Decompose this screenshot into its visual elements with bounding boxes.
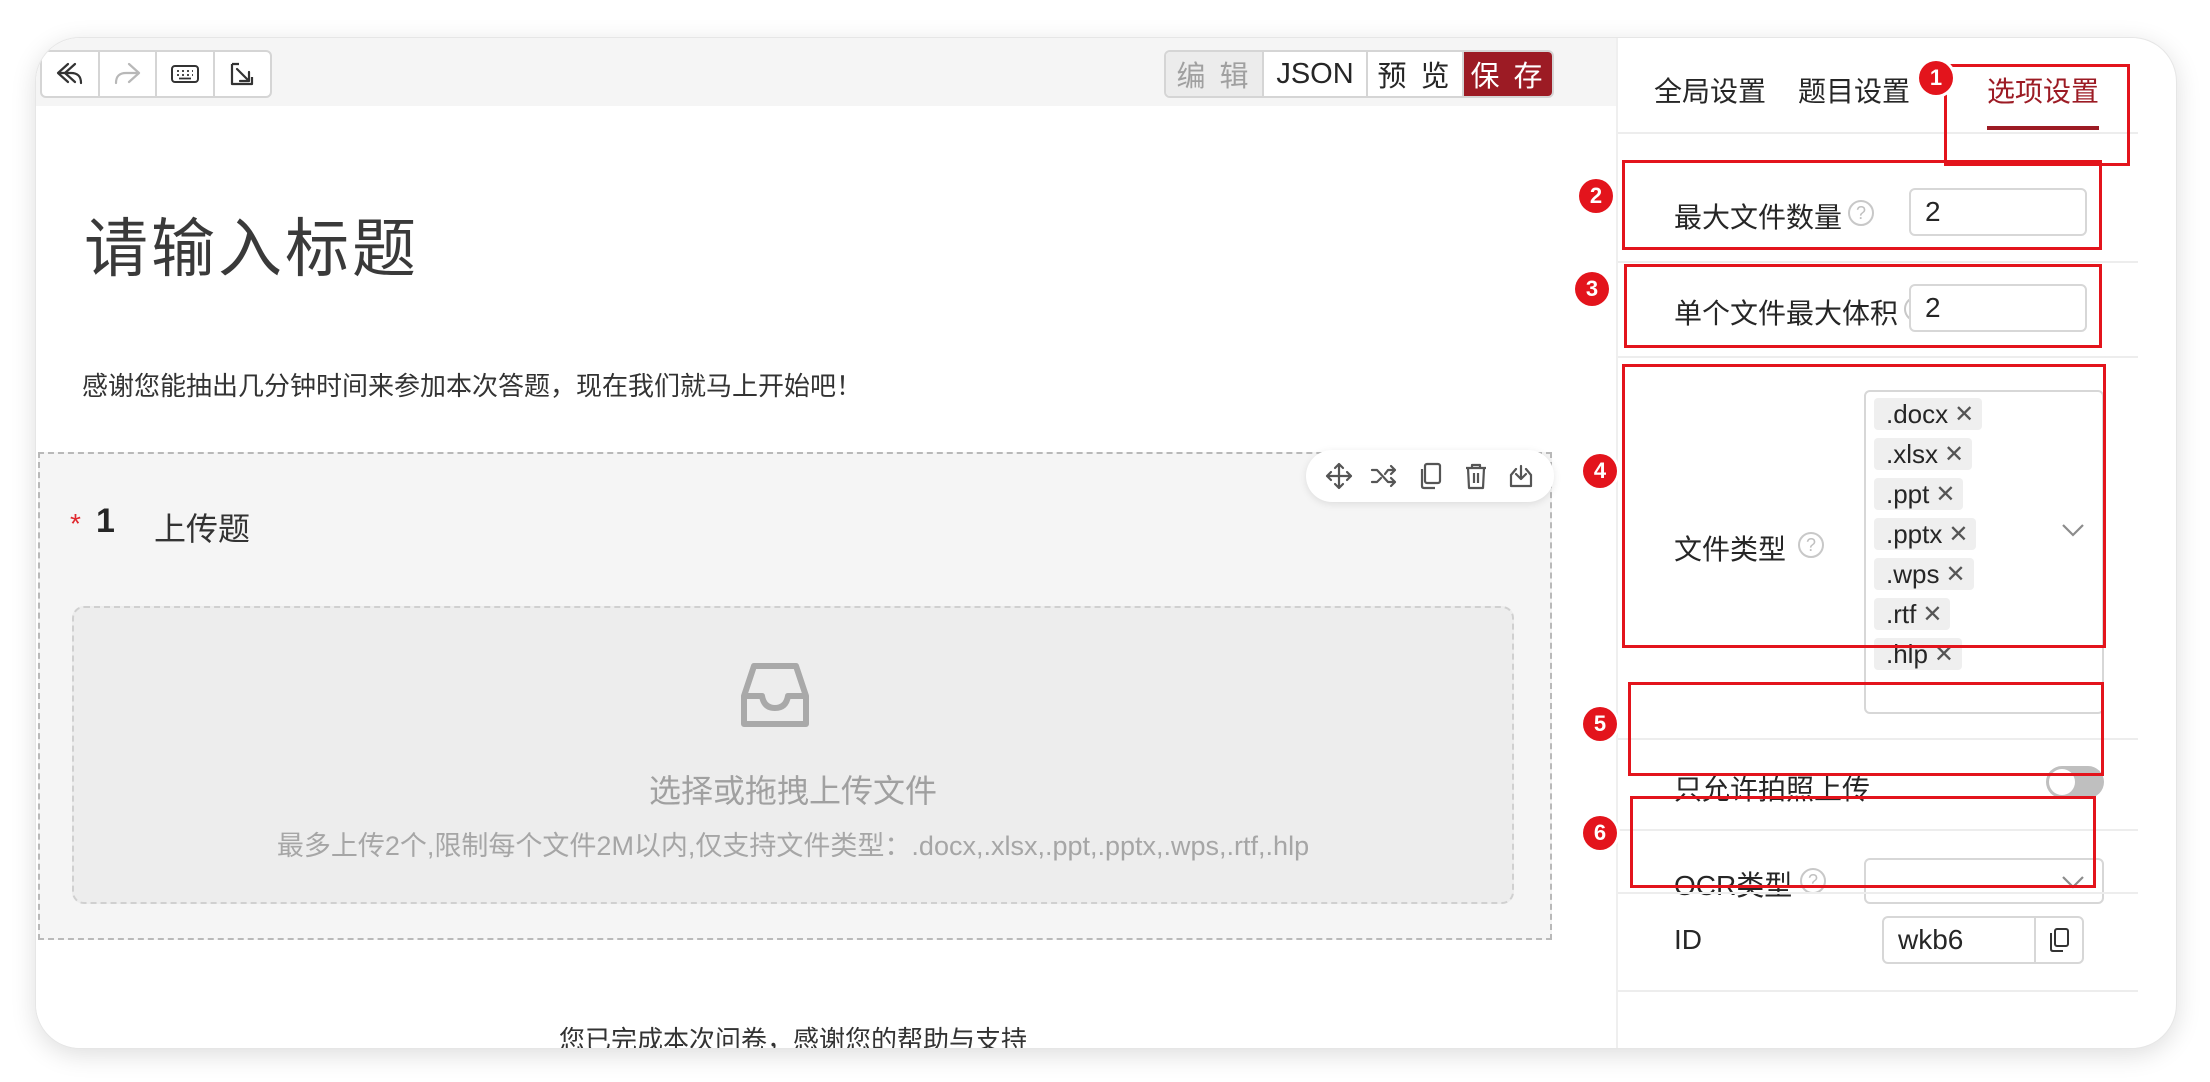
upload-hint: 最多上传2个,限制每个文件2M以内,仅支持文件类型：.docx,.xlsx,.p… xyxy=(276,831,1310,861)
import-icon xyxy=(231,62,254,86)
inbox-icon xyxy=(741,663,809,727)
row-divider xyxy=(1618,892,2138,894)
annotation-badge-2: 2 xyxy=(1579,179,1613,213)
question-number: 1 xyxy=(96,502,115,540)
undo-button[interactable] xyxy=(42,52,100,96)
json-mode-button[interactable]: JSON xyxy=(1264,52,1368,96)
id-label: ID xyxy=(1674,924,1702,955)
edit-mode-button[interactable]: 编 辑 xyxy=(1166,52,1264,96)
import-button[interactable] xyxy=(215,52,271,96)
move-button[interactable] xyxy=(1324,461,1354,491)
preview-button[interactable]: 预 览 xyxy=(1368,52,1464,96)
annotation-badge-5: 5 xyxy=(1583,707,1617,741)
copy-icon xyxy=(2050,928,2069,952)
question-title[interactable]: 上传题 xyxy=(154,504,250,550)
tab-global-settings[interactable]: 全局设置 xyxy=(1654,70,1766,110)
delete-question-button[interactable] xyxy=(1461,461,1491,491)
redo-icon xyxy=(115,62,141,85)
id-value[interactable]: wkb6 xyxy=(1884,918,2034,962)
survey-title[interactable]: 请输入标题 xyxy=(84,198,419,290)
survey-end-text[interactable]: 您已完成本次问卷，感谢您的帮助与支持 xyxy=(36,1020,1550,1048)
annotation-box-5 xyxy=(1628,682,2104,776)
app-window: 编 辑 JSON 预 览 保 存 请输入标题 感谢您能抽出几分钟时间来参加本次答… xyxy=(36,38,2176,1048)
annotation-box-4 xyxy=(1622,364,2106,648)
id-field: wkb6 xyxy=(1882,916,2084,964)
row-divider xyxy=(1618,990,2138,992)
shuffle-button[interactable] xyxy=(1369,461,1399,491)
survey-intro[interactable]: 感谢您能抽出几分钟时间来参加本次答题，现在我们就马上开始吧！ xyxy=(82,366,862,403)
annotation-box-2 xyxy=(1622,160,2102,250)
question-tools xyxy=(1306,450,1554,502)
move-icon xyxy=(1325,462,1352,490)
required-mark: * xyxy=(70,508,81,539)
mode-switcher: 编 辑 JSON 预 览 保 存 xyxy=(1164,50,1554,98)
annotation-badge-3: 3 xyxy=(1575,272,1609,306)
redo-button[interactable] xyxy=(100,52,157,96)
row-divider xyxy=(1618,261,2138,263)
copy-id-button[interactable] xyxy=(2034,918,2082,962)
upload-main-text: 选择或拖拽上传文件 xyxy=(648,773,937,809)
save-button[interactable]: 保 存 xyxy=(1464,52,1552,96)
keyboard-button[interactable] xyxy=(157,52,215,96)
save-to-bank-icon xyxy=(1510,464,1533,488)
annotation-badge-4: 4 xyxy=(1583,454,1617,488)
copy-icon xyxy=(1420,462,1442,490)
annotation-badge-1: 1 xyxy=(1919,61,1953,95)
annotation-box-1 xyxy=(1944,64,2130,166)
save-to-bank-button[interactable] xyxy=(1506,461,1536,491)
undo-icon xyxy=(56,62,82,85)
annotation-box-3 xyxy=(1624,264,2102,348)
tab-question-settings[interactable]: 题目设置 xyxy=(1798,70,1910,110)
shuffle-icon xyxy=(1371,464,1397,488)
annotation-box-6 xyxy=(1630,796,2096,888)
annotation-badge-6: 6 xyxy=(1583,816,1617,850)
row-divider xyxy=(1618,356,2138,358)
keyboard-icon xyxy=(170,65,199,83)
history-toolbar xyxy=(40,50,272,98)
delete-icon xyxy=(1465,463,1486,490)
copy-question-button[interactable] xyxy=(1415,461,1445,491)
survey-editor: 编 辑 JSON 预 览 保 存 请输入标题 感谢您能抽出几分钟时间来参加本次答… xyxy=(36,38,1616,1048)
